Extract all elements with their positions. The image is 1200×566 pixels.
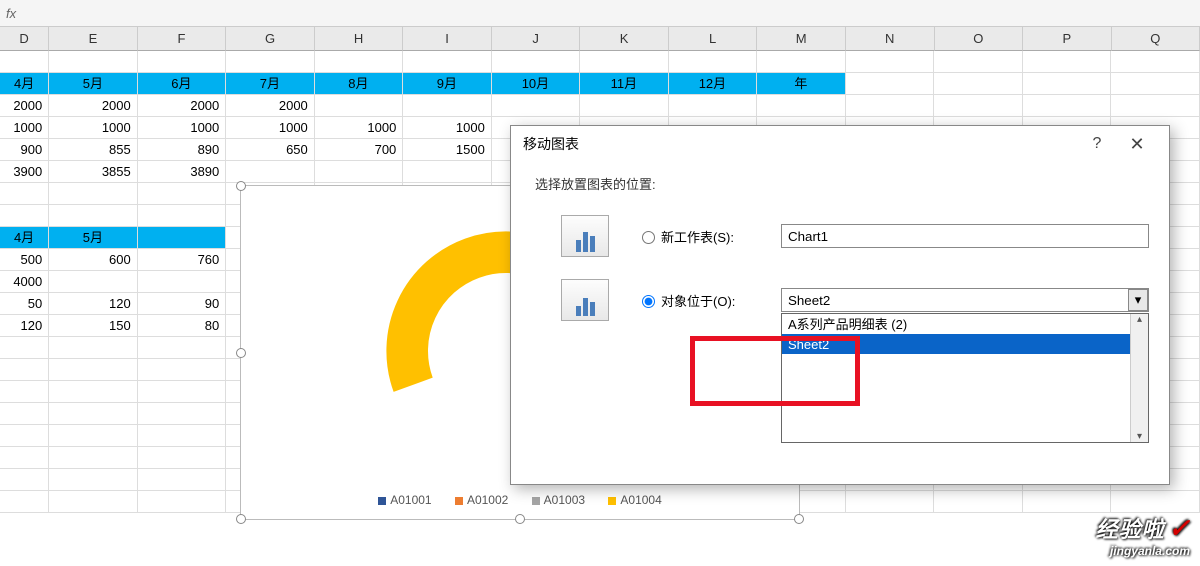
cell[interactable]: 2000 [226, 95, 315, 117]
option-label: 对象位于(O): [661, 291, 781, 310]
cell[interactable]: 120 [0, 315, 49, 337]
option-label: 新工作表(S): [661, 227, 781, 246]
legend-label: A01004 [620, 493, 661, 507]
col-header[interactable]: F [138, 27, 227, 51]
scrollbar[interactable]: ▴▾ [1130, 314, 1148, 442]
cell[interactable]: 5月 [49, 227, 137, 249]
table-row: 2000 2000 2000 2000 [0, 95, 1200, 117]
col-header[interactable]: J [492, 27, 581, 51]
col-header[interactable]: O [935, 27, 1024, 51]
resize-handle[interactable] [236, 181, 246, 191]
sheet-dropdown: A系列产品明细表 (2) Sheet2 ▴▾ [781, 313, 1149, 443]
cell[interactable]: 90 [138, 293, 227, 315]
col-header[interactable]: H [315, 27, 404, 51]
cell[interactable]: 80 [138, 315, 227, 337]
cell[interactable]: 4月 [0, 73, 49, 95]
cell[interactable]: 2000 [138, 95, 227, 117]
legend-label: A01001 [390, 493, 431, 507]
cell[interactable]: 2000 [0, 95, 49, 117]
cell[interactable]: 1000 [315, 117, 404, 139]
cell[interactable]: 50 [0, 293, 49, 315]
cell[interactable]: 8月 [315, 73, 404, 95]
col-header[interactable]: G [226, 27, 315, 51]
option-new-sheet: 新工作表(S): [561, 215, 1149, 257]
resize-handle[interactable] [236, 514, 246, 524]
cell[interactable]: 9月 [403, 73, 492, 95]
dialog-titlebar[interactable]: 移动图表 ? ✕ [511, 126, 1169, 162]
radio-new-sheet[interactable] [642, 231, 655, 244]
option-object-in: 对象位于(O): ▾ A系列产品明细表 (2) Sheet2 ▴▾ [561, 279, 1149, 321]
cell[interactable]: 900 [0, 139, 49, 161]
col-header[interactable]: K [580, 27, 669, 51]
cell[interactable]: 760 [138, 249, 227, 271]
cell[interactable]: 855 [49, 139, 138, 161]
cell[interactable]: 1000 [49, 117, 138, 139]
help-button[interactable]: ? [1077, 135, 1117, 153]
col-header[interactable]: Q [1112, 27, 1200, 51]
cell[interactable]: 7月 [226, 73, 315, 95]
legend-label: A01002 [467, 493, 508, 507]
cell[interactable]: 150 [49, 315, 138, 337]
resize-handle[interactable] [794, 514, 804, 524]
cell[interactable]: 1000 [138, 117, 227, 139]
target-sheet-combo[interactable] [781, 288, 1149, 312]
dialog-subtitle: 选择放置图表的位置: [535, 174, 1149, 193]
cell[interactable]: 120 [49, 293, 138, 315]
cell[interactable]: 650 [226, 139, 315, 161]
close-button[interactable]: ✕ [1117, 134, 1157, 155]
cell[interactable]: 6月 [138, 73, 227, 95]
cell[interactable]: 1500 [403, 139, 492, 161]
move-chart-dialog: 移动图表 ? ✕ 选择放置图表的位置: 新工作表(S): 对象位于(O): ▾ [510, 125, 1170, 485]
col-header[interactable]: M [757, 27, 846, 51]
cell[interactable]: 10月 [492, 73, 581, 95]
dialog-title: 移动图表 [523, 134, 579, 154]
new-sheet-icon [561, 215, 609, 257]
col-header[interactable]: D [0, 27, 49, 51]
col-header[interactable]: L [669, 27, 758, 51]
cell[interactable]: 11月 [580, 73, 669, 95]
legend-label: A01003 [544, 493, 585, 507]
cell[interactable]: 890 [138, 139, 227, 161]
col-header[interactable]: P [1023, 27, 1112, 51]
watermark: 经验啦 ✓ jingyanla.com [1096, 512, 1190, 558]
chevron-down-icon[interactable]: ▾ [1128, 289, 1148, 311]
table-row: 4月 5月 6月 7月 8月 9月 10月 11月 12月 年 [0, 73, 1200, 95]
dropdown-item[interactable]: A系列产品明细表 (2) [782, 314, 1148, 334]
cell[interactable]: 3890 [138, 161, 227, 183]
column-headers: D E F G H I J K L M N O P Q [0, 27, 1200, 51]
chart-legend: A01001 A01002 A01003 A01004 [241, 493, 799, 507]
fx-label: fx [6, 6, 16, 21]
cell[interactable]: 1000 [0, 117, 49, 139]
cell[interactable]: 12月 [669, 73, 758, 95]
cell[interactable]: 600 [49, 249, 138, 271]
dropdown-item-selected[interactable]: Sheet2 [782, 334, 1148, 354]
radio-object-in[interactable] [642, 295, 655, 308]
col-header[interactable]: E [49, 27, 138, 51]
col-header[interactable]: I [403, 27, 492, 51]
resize-handle[interactable] [515, 514, 525, 524]
cell[interactable]: 2000 [49, 95, 138, 117]
new-sheet-name-input[interactable] [781, 224, 1149, 248]
cell[interactable]: 年 [757, 73, 846, 95]
cell[interactable]: 1000 [226, 117, 315, 139]
cell[interactable]: 3855 [49, 161, 138, 183]
cell[interactable]: 500 [0, 249, 49, 271]
cell[interactable]: 5月 [49, 73, 138, 95]
cell[interactable]: 700 [315, 139, 404, 161]
object-in-icon [561, 279, 609, 321]
col-header[interactable]: N [846, 27, 935, 51]
cell[interactable]: 1000 [403, 117, 492, 139]
cell[interactable]: 4月 [0, 227, 49, 249]
resize-handle[interactable] [236, 348, 246, 358]
cell[interactable]: 4000 [0, 271, 49, 293]
cell[interactable]: 3900 [0, 161, 49, 183]
formula-bar[interactable]: fx [0, 0, 1200, 27]
